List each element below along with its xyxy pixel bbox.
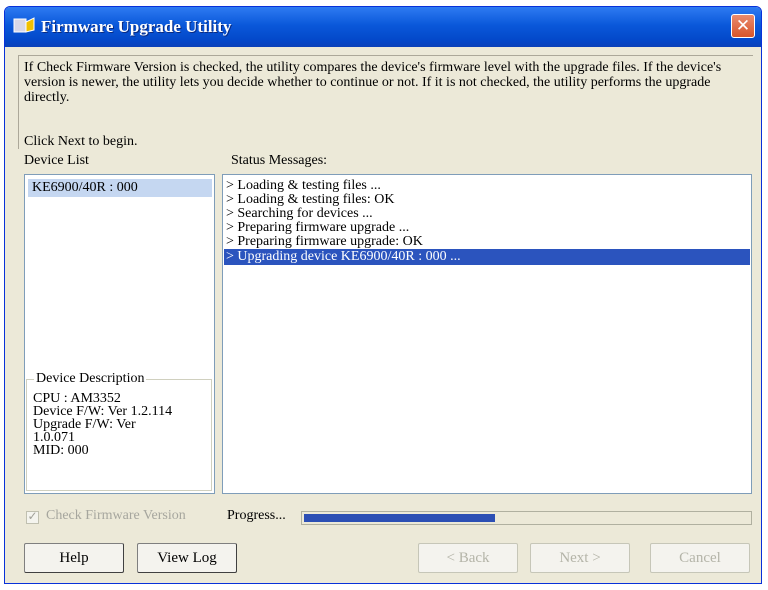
device-description-body: CPU : AM3352 Device F/W: Ver 1.2.114 Upg… xyxy=(33,392,213,458)
status-message: > Searching for devices ... xyxy=(226,206,373,221)
check-firmware-label: Check Firmware Version xyxy=(46,508,186,523)
status-message: > Loading & testing files ... xyxy=(226,178,381,193)
device-list-label: Device List xyxy=(24,153,89,168)
status-message: > Preparing firmware upgrade: OK xyxy=(226,234,423,249)
device-mid: MID: 000 xyxy=(33,443,89,458)
help-button[interactable]: Help xyxy=(24,543,124,573)
progress-fill xyxy=(304,514,495,522)
progress-label: Progress... xyxy=(227,508,286,523)
close-button[interactable]: ✕ xyxy=(731,14,755,38)
check-firmware-checkbox[interactable]: ✓ xyxy=(26,509,39,524)
status-message: > Loading & testing files: OK xyxy=(226,192,395,207)
intro-text: If Check Firmware Version is checked, th… xyxy=(24,60,722,105)
back-button[interactable]: < Back xyxy=(418,543,518,573)
view-log-button[interactable]: View Log xyxy=(137,543,237,573)
cancel-button[interactable]: Cancel xyxy=(650,543,750,573)
begin-instruction: Click Next to begin. xyxy=(24,134,138,149)
next-button[interactable]: Next > xyxy=(530,543,630,573)
progress-bar xyxy=(301,511,752,525)
device-list-item[interactable]: KE6900/40R : 000 xyxy=(28,179,212,197)
title-bar: Firmware Upgrade Utility ✕ xyxy=(5,7,761,47)
app-icon xyxy=(13,17,35,33)
status-message: > Preparing firmware upgrade ... xyxy=(226,220,410,235)
status-messages-label: Status Messages: xyxy=(231,153,328,168)
window-title: Firmware Upgrade Utility xyxy=(41,17,232,36)
status-messages-list[interactable]: > Loading & testing files ... > Loading … xyxy=(222,174,752,494)
device-description-legend: Device Description xyxy=(34,371,147,387)
status-message-selected: > Upgrading device KE6900/40R : 000 ... xyxy=(224,249,750,265)
close-icon: ✕ xyxy=(735,16,751,36)
checkmark-icon: ✓ xyxy=(27,509,38,523)
